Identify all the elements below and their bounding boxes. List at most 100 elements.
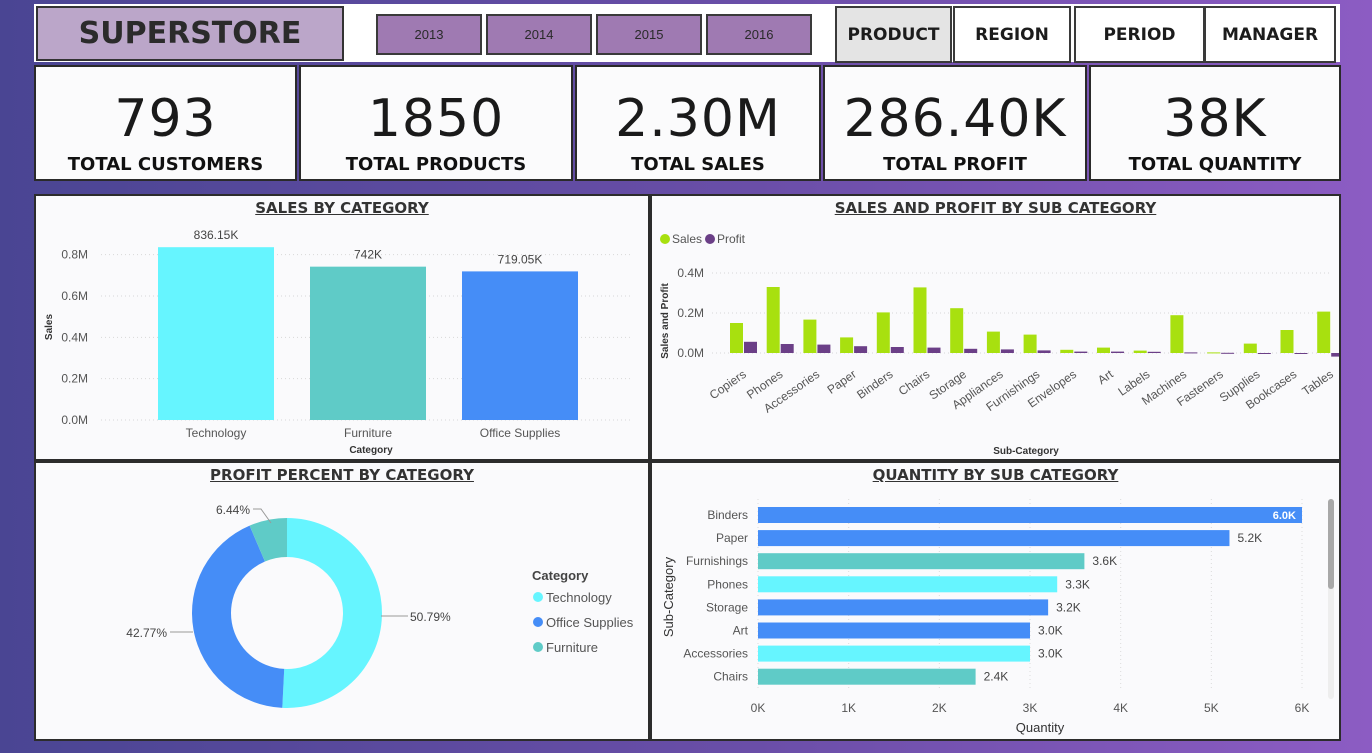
x-axis-label: Quantity	[1016, 720, 1065, 735]
data-label: 6.44%	[216, 503, 250, 517]
y-tick-label: 0.2M	[61, 372, 88, 386]
year-button-2014[interactable]: 2014	[486, 14, 592, 55]
kpi-total-sales: 2.30M TOTAL SALES	[575, 65, 821, 181]
bar-sales	[1243, 343, 1257, 353]
data-label: 719.05K	[498, 252, 543, 266]
bar-sales	[730, 323, 743, 353]
kpi-total-profit: 286.40K TOTAL PROFIT	[823, 65, 1087, 181]
data-label: 50.79%	[410, 610, 451, 624]
legend-label: Technology	[546, 590, 612, 605]
x-tick-label: Chairs	[896, 367, 932, 398]
sales-by-category-panel: SALES BY CATEGORY 0.0M 0.2M 0.4M 0.6M 0.8M 83…	[34, 194, 650, 461]
y-tick-label: Paper	[716, 531, 748, 545]
bar-storage	[758, 599, 1049, 616]
data-label: 742K	[354, 248, 382, 262]
bar-binders	[758, 507, 1302, 523]
year-button-2015[interactable]: 2015	[596, 14, 702, 55]
bar-accessories	[758, 645, 1030, 662]
y-tick-label: Phones	[707, 577, 748, 591]
y-tick-label: Binders	[707, 508, 748, 522]
bar-sales	[950, 308, 964, 353]
data-label: 3.6K	[1092, 554, 1117, 568]
y-tick-label: 0.4M	[61, 330, 88, 344]
dashboard-title-text: SUPERSTORE	[78, 16, 302, 51]
kpi-total-customers: 793 TOTAL CUSTOMERS	[34, 65, 297, 181]
data-label: 3.0K	[1038, 647, 1063, 661]
legend-marker	[533, 617, 543, 627]
bar-sales	[1170, 315, 1184, 353]
year-button-2013[interactable]: 2013	[376, 14, 482, 55]
legend-sales-marker	[660, 234, 670, 244]
bar-profit	[1221, 352, 1235, 354]
bar-sales	[986, 331, 1000, 353]
nav-period-button[interactable]: PERIOD	[1074, 6, 1205, 63]
profit-percent-panel: PROFIT PERCENT BY CATEGORY 50.79% 42.77% 6…	[34, 461, 650, 741]
data-label: 6.0K	[1273, 510, 1296, 522]
y-tick-label: Accessories	[683, 647, 748, 661]
legend-title: Category	[532, 568, 589, 583]
x-tick-label: Art	[1095, 367, 1116, 388]
data-label: 3.0K	[1038, 624, 1063, 638]
legend-marker	[533, 642, 543, 652]
nav-manager-button[interactable]: MANAGER	[1204, 6, 1336, 63]
bar-profit	[1000, 349, 1014, 353]
data-label: 42.77%	[126, 626, 167, 640]
scrollbar-track[interactable]	[1328, 499, 1334, 699]
kpi-value: 793	[114, 89, 217, 149]
sales-profit-subcategory-panel: SALES AND PROFIT BY SUB CATEGORY 0.0M 0.2…	[650, 194, 1341, 461]
bar-sales	[1280, 330, 1294, 353]
legend-profit-marker	[705, 234, 715, 244]
nav-product-button[interactable]: PRODUCT	[835, 6, 952, 63]
nav-region-button[interactable]: REGION	[953, 6, 1071, 63]
x-tick-label: 2K	[932, 701, 947, 715]
y-tick-label: Storage	[706, 600, 748, 614]
bar-furnishings	[758, 553, 1085, 570]
year-button-2016[interactable]: 2016	[706, 14, 812, 55]
y-tick-label: Art	[733, 624, 749, 638]
x-tick-label: 3K	[1023, 701, 1038, 715]
bar-profit	[1037, 350, 1051, 353]
legend-profit-label: Profit	[717, 232, 746, 246]
quantity-subcategory-panel: QUANTITY BY SUB CATEGORY 0K 1K 2K 3K 4K 5K 6K B…	[650, 461, 1341, 741]
bar-sales	[840, 337, 854, 353]
x-tick-label: Office Supplies	[480, 426, 561, 440]
bar-sales	[766, 287, 780, 353]
bar-chairs	[758, 668, 976, 685]
x-tick-label: 4K	[1113, 701, 1128, 715]
sales-profit-subcategory-chart: 0.0M0.2M0.4MSales ProfitCopiersPhonesAcce…	[660, 232, 1339, 457]
y-axis-label: Sales and Profit	[660, 283, 671, 359]
bar-profit	[1257, 353, 1271, 354]
sales-by-category-chart: 0.0M 0.2M 0.4M 0.6M 0.8M 836.15K Technology 742…	[44, 228, 631, 456]
bar-profit	[1111, 351, 1124, 353]
y-tick-label: 0.0M	[677, 346, 704, 360]
data-label: 836.15K	[194, 228, 239, 242]
data-label: 3.3K	[1065, 577, 1090, 591]
donut-slice-technology	[282, 518, 382, 708]
kpi-value: 2.30M	[615, 89, 781, 149]
kpi-label: TOTAL QUANTITY	[1128, 154, 1302, 175]
x-tick-label: 6K	[1295, 701, 1310, 715]
quantity-subcategory-chart: 0K 1K 2K 3K 4K 5K 6K Binders 6.0K Paper 5.2K Furnis…	[661, 499, 1310, 735]
legend-label: Furniture	[546, 640, 598, 655]
bar-office-supplies	[462, 271, 578, 420]
data-label: 2.4K	[984, 670, 1009, 684]
bar-sales	[1133, 350, 1147, 353]
scrollbar-thumb[interactable]	[1328, 499, 1334, 589]
bar-profit	[1074, 351, 1088, 353]
kpi-total-products: 1850 TOTAL PRODUCTS	[299, 65, 573, 181]
x-tick-label: 5K	[1204, 701, 1219, 715]
kpi-value: 1850	[367, 89, 505, 149]
y-axis-label: Sub-Category	[661, 556, 676, 637]
bar-profit	[890, 347, 904, 353]
x-tick-label: Tables	[1299, 367, 1335, 398]
y-tick-label: 0.6M	[61, 289, 88, 303]
bar-sales	[913, 287, 927, 353]
y-tick-label: Furnishings	[686, 554, 748, 568]
kpi-total-quantity: 38K TOTAL QUANTITY	[1089, 65, 1341, 181]
y-tick-label: 0.2M	[677, 306, 704, 320]
x-tick-label: Binders	[854, 367, 895, 402]
bar-profit	[1331, 353, 1339, 357]
bar-profit	[964, 348, 978, 353]
x-tick-label: Technology	[186, 426, 247, 440]
bar-sales	[1060, 349, 1074, 353]
